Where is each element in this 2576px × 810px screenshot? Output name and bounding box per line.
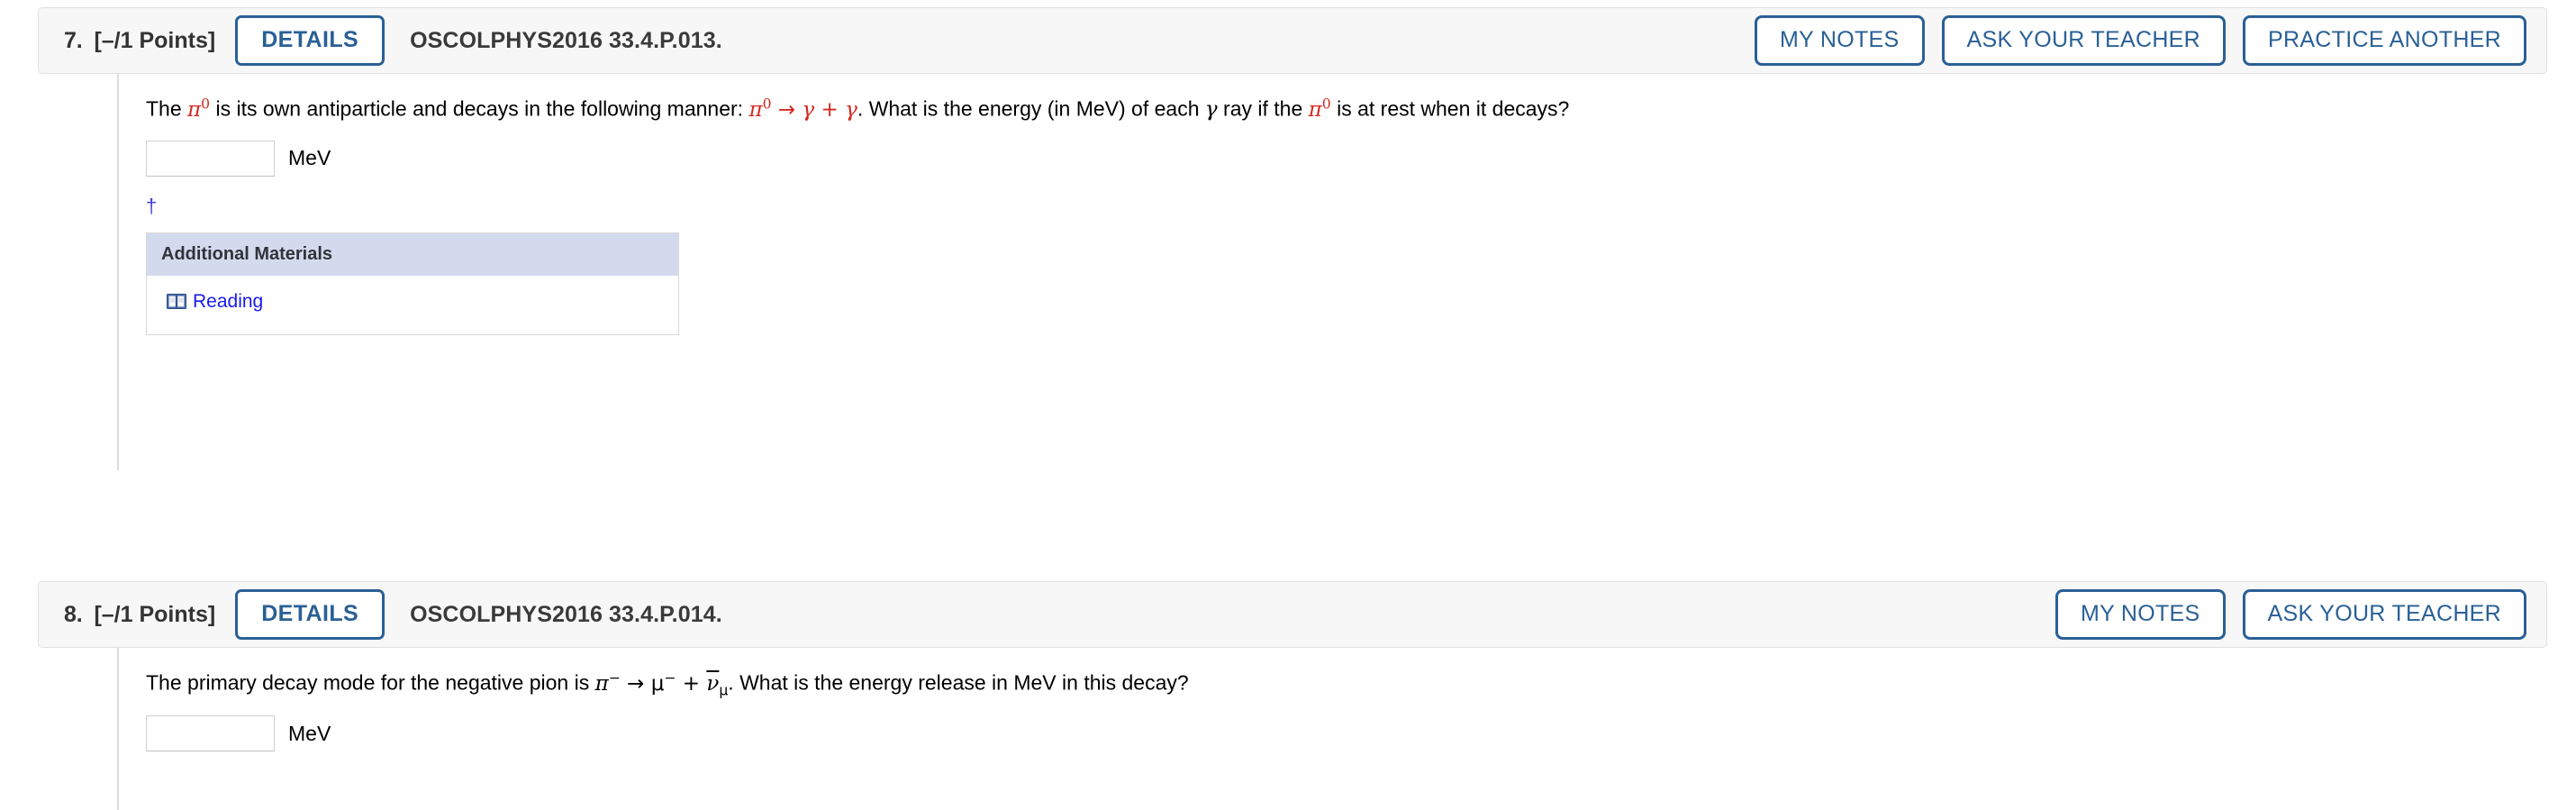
prompt-text-part: The xyxy=(146,96,188,121)
question-body-7: The π0 is its own antiparticle and decay… xyxy=(117,74,2547,470)
assignment-page: 7. [–/1 Points] DETAILS OSCOLPHYS2016 33… xyxy=(0,0,2576,810)
answer-input[interactable] xyxy=(146,715,275,752)
book-icon xyxy=(167,293,186,310)
ask-your-teacher-button[interactable]: ASK YOUR TEACHER xyxy=(2242,589,2526,640)
my-notes-button[interactable]: MY NOTES xyxy=(2054,589,2226,640)
pion-symbol: π0 xyxy=(187,95,211,122)
unit-label: MeV xyxy=(288,146,331,170)
unit-label: MeV xyxy=(288,721,331,745)
question-block-8: 8. [–/1 Points] DETAILS OSCOLPHYS2016 33… xyxy=(38,581,2547,810)
gamma-symbol-inline: γ xyxy=(1204,97,1218,122)
details-button[interactable]: DETAILS xyxy=(235,589,385,640)
question-block-7: 7. [–/1 Points] DETAILS OSCOLPHYS2016 33… xyxy=(38,7,2547,470)
answer-row-7: MeV xyxy=(146,140,2547,177)
question-body-8: The primary decay mode for the negative … xyxy=(117,648,2547,810)
reading-link[interactable]: Reading xyxy=(167,291,263,313)
prompt-text-part: The primary decay mode for the negative … xyxy=(146,670,595,695)
question-number: 8. xyxy=(64,601,83,627)
question-header-7: 7. [–/1 Points] DETAILS OSCOLPHYS2016 33… xyxy=(38,7,2547,74)
my-notes-button[interactable]: MY NOTES xyxy=(1754,15,1925,66)
points-label: [–/1 Points] xyxy=(94,601,216,627)
prompt-text-part: . What is the energy release in MeV in t… xyxy=(728,670,1189,695)
decay-equation: π0 → γ + γ xyxy=(748,95,857,122)
additional-materials-panel: Additional Materials Reading xyxy=(146,232,679,336)
decay-equation: π− → μ− + νμ xyxy=(594,669,729,699)
practice-another-button[interactable]: PRACTICE ANOTHER xyxy=(2243,15,2526,66)
additional-materials-title: Additional Materials xyxy=(147,232,678,276)
question-number: 7. xyxy=(64,27,83,53)
question-prompt-7: The π0 is its own antiparticle and decay… xyxy=(146,94,2547,124)
question-header-left: 8. [–/1 Points] DETAILS OSCOLPHYS2016 33… xyxy=(64,589,722,640)
prompt-text-part: ray if the xyxy=(1217,96,1309,121)
prompt-text-part: . What is the energy (in MeV) of each xyxy=(857,96,1205,121)
question-actions: MY NOTES ASK YOUR TEACHER xyxy=(2054,589,2526,640)
answer-row-8: MeV xyxy=(146,715,2547,752)
answer-input[interactable] xyxy=(146,140,275,177)
question-header-left: 7. [–/1 Points] DETAILS OSCOLPHYS2016 33… xyxy=(64,15,722,66)
pion-symbol: π0 xyxy=(1308,95,1331,122)
points-label: [–/1 Points] xyxy=(94,27,216,53)
question-id: OSCOLPHYS2016 33.4.P.013. xyxy=(410,27,722,53)
question-header-8: 8. [–/1 Points] DETAILS OSCOLPHYS2016 33… xyxy=(38,581,2547,648)
question-actions: MY NOTES ASK YOUR TEACHER PRACTICE ANOTH… xyxy=(1754,15,2526,66)
prompt-text-part: is at rest when it decays? xyxy=(1330,96,1570,121)
details-button[interactable]: DETAILS xyxy=(235,15,385,66)
question-prompt-8: The primary decay mode for the negative … xyxy=(146,668,2547,699)
prompt-text-part: is its own antiparticle and decays in th… xyxy=(210,96,749,121)
additional-materials-body: Reading xyxy=(147,276,678,335)
ask-your-teacher-button[interactable]: ASK YOUR TEACHER xyxy=(1941,15,2226,66)
reading-link-label: Reading xyxy=(193,290,264,312)
footnote-dagger-link[interactable]: † xyxy=(146,196,2547,216)
question-id: OSCOLPHYS2016 33.4.P.014. xyxy=(410,601,722,627)
